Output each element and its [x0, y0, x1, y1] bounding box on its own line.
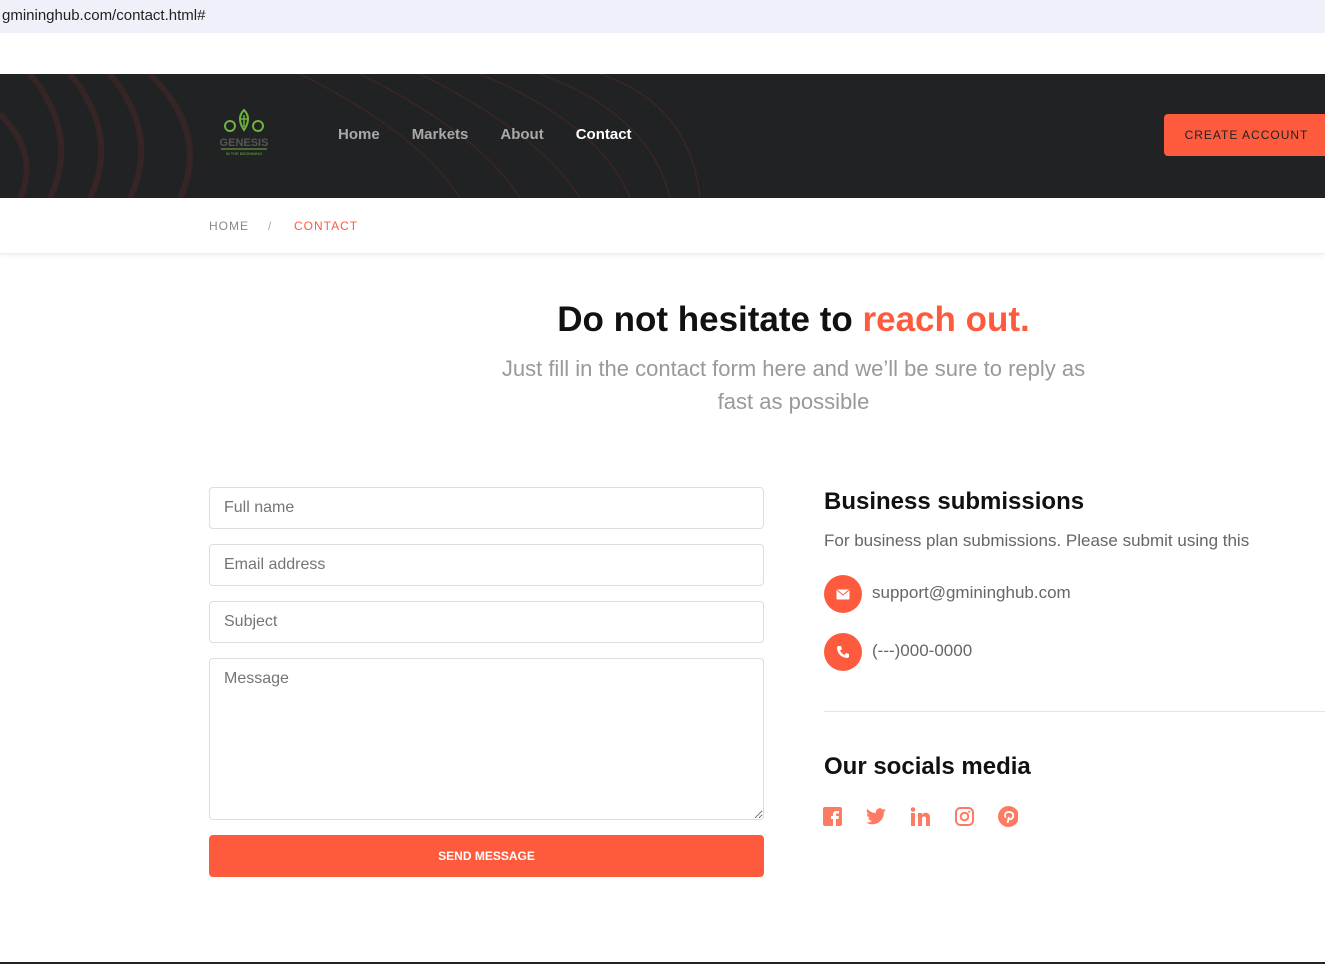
section-divider [824, 711, 1325, 712]
full-name-input[interactable] [209, 487, 764, 529]
twitter-icon[interactable] [866, 805, 886, 827]
email-link[interactable]: support@gmininghub.com [872, 583, 1071, 603]
breadcrumb-home[interactable]: HOME [209, 219, 249, 233]
genesis-logo[interactable]: GENESIS IN THE BEGINNING [217, 108, 271, 158]
social-links [822, 805, 1018, 827]
svg-text:GENESIS: GENESIS [220, 137, 269, 149]
breadcrumb-separator: / [268, 219, 273, 233]
phone-number[interactable]: (---)000-0000 [872, 641, 972, 661]
header-wave-pattern [0, 74, 701, 198]
facebook-icon[interactable] [822, 805, 842, 827]
breadcrumb-current: CONTACT [294, 219, 359, 233]
linkedin-icon[interactable] [910, 805, 930, 827]
main-nav: Home Markets About Contact [338, 126, 632, 143]
subject-input[interactable] [209, 601, 764, 643]
instagram-icon[interactable] [954, 805, 974, 827]
send-message-button[interactable]: SEND MESSAGE [209, 835, 764, 877]
pinterest-icon[interactable] [998, 805, 1018, 827]
envelope-icon [824, 575, 862, 613]
nav-markets[interactable]: Markets [412, 126, 469, 143]
address-bar[interactable]: gmininghub.com/contact.html# [0, 0, 1325, 33]
business-title: Business submissions [824, 488, 1085, 515]
page-title: Do not hesitate to reach out. [557, 300, 1030, 339]
socials-title: Our socials media [824, 753, 1031, 780]
business-description: For business plan submissions. Please su… [824, 531, 1250, 550]
url-text: gmininghub.com/contact.html# [2, 7, 206, 24]
nav-about[interactable]: About [500, 126, 543, 143]
contact-email: support@gmininghub.com [824, 575, 1224, 615]
message-textarea[interactable] [209, 658, 764, 820]
create-account-button[interactable]: CREATE ACCOUNT [1164, 114, 1325, 156]
nav-contact[interactable]: Contact [576, 126, 632, 143]
site-header: CREATE ACCOUNT [0, 74, 1325, 198]
svg-text:IN THE BEGINNING: IN THE BEGINNING [226, 151, 263, 156]
page-subtitle: Just fill in the contact form here and w… [501, 356, 1086, 414]
breadcrumb: HOME / CONTACT [0, 198, 1325, 254]
contact-phone: (---)000-0000 [824, 633, 1224, 673]
nav-home[interactable]: Home [338, 126, 380, 143]
email-input[interactable] [209, 544, 764, 586]
phone-icon [824, 633, 862, 671]
